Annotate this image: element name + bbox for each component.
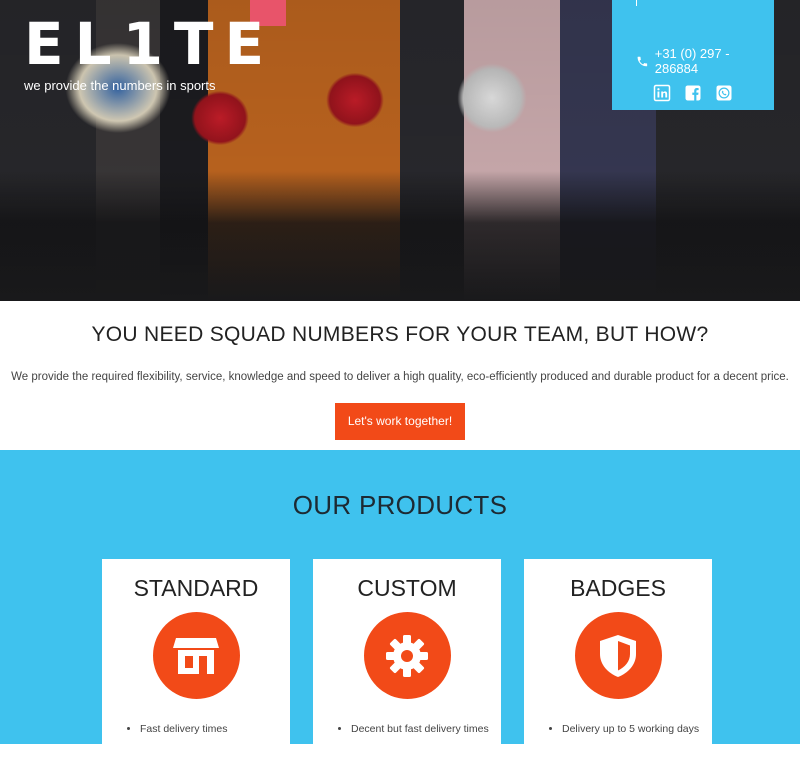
product-card-custom[interactable]: CUSTOM • Decent but fast delivery times (313, 559, 501, 759)
card-title: STANDARD (133, 575, 259, 601)
site-logo[interactable]: EL1TE (24, 12, 275, 76)
phone-number: +31 (0) 297 - 286884 (654, 46, 730, 76)
intro-section: YOU NEED SQUAD NUMBERS FOR YOUR TEAM, BU… (0, 301, 800, 450)
phone-link[interactable]: +31 (0) 297 - 286884 (636, 46, 774, 76)
products-heading: OUR PRODUCTS (292, 490, 508, 520)
facebook-icon[interactable] (684, 84, 702, 102)
intro-text: We provide the required flexibility, ser… (11, 371, 789, 383)
social-links (653, 84, 733, 102)
products-section: OUR PRODUCTS STANDARD Fast delivery time… (0, 450, 800, 759)
phone-icon (637, 56, 648, 66)
list-item: Fast delivery times (140, 723, 290, 735)
site-tagline: we provide the numbers in sports (24, 78, 216, 93)
contact-divider (636, 0, 637, 6)
product-cards: STANDARD Fast delivery times CUSTOM (102, 559, 712, 759)
feature-list: Fast delivery times (102, 723, 290, 735)
list-item: Decent but fast delivery times (351, 723, 501, 735)
card-title: BADGES (570, 575, 666, 601)
product-card-standard[interactable]: STANDARD Fast delivery times (102, 559, 290, 759)
storefront-icon (152, 612, 240, 699)
feature-list: Delivery up to 5 working days (524, 723, 712, 735)
list-item: Delivery up to 5 working days (562, 723, 712, 735)
cta-button[interactable]: Let's work together! (334, 403, 466, 440)
feature-list: Decent but fast delivery times (313, 723, 501, 735)
whatsapp-icon[interactable] (715, 84, 733, 102)
card-title: CUSTOM (357, 575, 457, 601)
gear-icon (363, 612, 451, 699)
product-card-badges[interactable]: BADGES Delivery up to 5 working days (524, 559, 712, 759)
intro-heading: YOU NEED SQUAD NUMBERS FOR YOUR TEAM, BU… (91, 323, 709, 346)
linkedin-icon[interactable] (653, 84, 671, 102)
contact-panel: +31 (0) 297 - 286884 (612, 0, 774, 110)
hero-banner: EL1TE we provide the numbers in sports +… (0, 0, 800, 301)
shield-icon (574, 612, 662, 699)
